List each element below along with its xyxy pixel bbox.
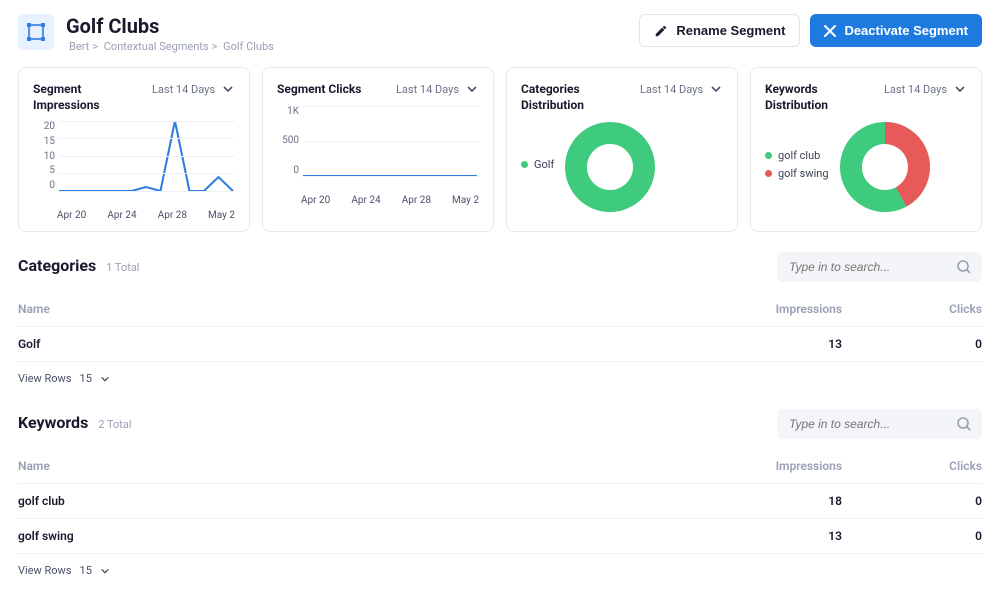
period-selector[interactable]: Last 14 Days [640,82,723,96]
col-clicks[interactable]: Clicks [862,302,982,316]
period-selector[interactable]: Last 14 Days [396,82,479,96]
segment-icon [18,14,54,50]
chevron-down-icon [953,82,967,96]
chevron-down-icon [100,566,110,576]
col-impressions[interactable]: Impressions [722,459,862,473]
keywords-donut-chart [839,121,931,213]
card-segment-impressions: Segment Impressions Last 14 Days 20 15 1… [18,67,250,232]
cell-clicks: 0 [862,494,982,508]
col-clicks[interactable]: Clicks [862,459,982,473]
search-icon [956,416,972,432]
cell-name: golf club [18,494,722,508]
keywords-table: Name Impressions Clicks golf club 18 0 g… [18,449,982,554]
search-input[interactable] [777,409,982,439]
page-header: Golf Clubs Bert> Contextual Segments> Go… [18,14,982,53]
table-row[interactable]: golf swing 13 0 [18,519,982,554]
edit-icon [654,24,668,38]
categories-donut-chart [564,121,656,213]
table-header: Name Impressions Clicks [18,292,982,327]
card-segment-clicks: Segment Clicks Last 14 Days 1K 500 0 [262,67,494,232]
cell-impressions: 13 [722,337,862,351]
chevron-down-icon [221,82,235,96]
categories-section: Categories 1 Total Name Impressions Clic… [18,252,982,395]
cell-name: Golf [18,337,722,351]
clicks-chart: 1K 500 0 Apr 20 Apr 24 Apr 28 May 2 [277,106,479,206]
categories-search[interactable] [777,252,982,282]
section-count: 2 Total [98,418,131,431]
keywords-section: Keywords 2 Total Name Impressions Clicks… [18,409,982,587]
rename-label: Rename Segment [676,23,785,38]
breadcrumb: Bert> Contextual Segments> Golf Clubs [66,40,277,53]
search-icon [956,259,972,275]
impressions-chart: 20 15 10 5 0 Apr 20 [33,121,235,221]
section-count: 1 Total [106,261,139,274]
metric-cards-row: Segment Impressions Last 14 Days 20 15 1… [18,67,982,232]
section-title: Categories [18,256,96,275]
view-rows-selector[interactable]: View Rows 15 [18,554,982,587]
card-categories-distribution: Categories Distribution Last 14 Days Gol… [506,67,738,232]
breadcrumb-item: Golf Clubs [220,40,277,53]
legend-item: golf swing [765,167,829,180]
period-selector[interactable]: Last 14 Days [152,82,235,96]
view-rows-selector[interactable]: View Rows 15 [18,362,982,395]
table-header: Name Impressions Clicks [18,449,982,484]
legend-item: Golf [521,158,554,171]
cell-clicks: 0 [862,529,982,543]
close-icon [824,25,836,37]
cell-name: golf swing [18,529,722,543]
col-name[interactable]: Name [18,302,722,316]
period-selector[interactable]: Last 14 Days [884,82,967,96]
section-title: Keywords [18,413,88,432]
legend-dot-icon [765,152,772,159]
table-row[interactable]: Golf 13 0 [18,327,982,362]
legend-dot-icon [765,170,772,177]
cell-clicks: 0 [862,337,982,351]
cell-impressions: 18 [722,494,862,508]
chevron-down-icon [100,374,110,384]
legend-dot-icon [521,161,528,168]
card-title: Keywords Distribution [765,82,855,113]
card-title: Categories Distribution [521,82,611,113]
deactivate-segment-button[interactable]: Deactivate Segment [810,14,982,47]
col-name[interactable]: Name [18,459,722,473]
keywords-search[interactable] [777,409,982,439]
breadcrumb-item[interactable]: Bert [66,40,92,53]
legend-item: golf club [765,149,829,162]
breadcrumb-item[interactable]: Contextual Segments [101,40,212,53]
search-input[interactable] [777,252,982,282]
deactivate-label: Deactivate Segment [844,23,968,38]
categories-table: Name Impressions Clicks Golf 13 0 [18,292,982,362]
cell-impressions: 13 [722,529,862,543]
page-title: Golf Clubs [66,14,277,38]
card-title: Segment Clicks [277,82,361,98]
rename-segment-button[interactable]: Rename Segment [639,14,800,47]
chevron-down-icon [465,82,479,96]
card-keywords-distribution: Keywords Distribution Last 14 Days golf … [750,67,982,232]
table-row[interactable]: golf club 18 0 [18,484,982,519]
col-impressions[interactable]: Impressions [722,302,862,316]
card-title: Segment Impressions [33,82,123,113]
chevron-down-icon [709,82,723,96]
